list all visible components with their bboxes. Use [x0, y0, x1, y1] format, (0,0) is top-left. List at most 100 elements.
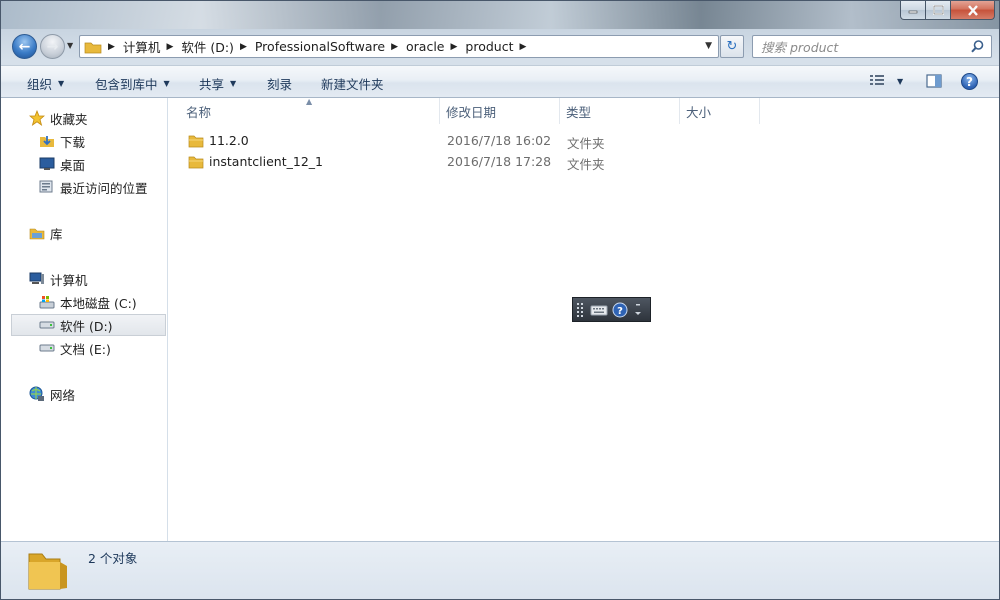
folder-icon	[188, 156, 204, 168]
maximize-icon	[932, 5, 944, 15]
network-icon	[28, 386, 46, 402]
include-in-library-label: 包含到库中	[95, 77, 158, 92]
nav-favorites-label: 收藏夹	[50, 111, 88, 127]
breadcrumb-drive-d[interactable]: 软件 (D:)	[181, 37, 234, 56]
maximize-button[interactable]	[926, 1, 951, 20]
nav-libraries-label: 库	[50, 226, 63, 242]
share-label: 共享	[199, 77, 225, 92]
keyboard-icon[interactable]	[590, 304, 608, 316]
close-icon	[967, 4, 978, 16]
file-row[interactable]: 11.2.0 2016/7/18 16:02 文件夹	[182, 131, 992, 152]
nav-recent-places[interactable]: 最近访问的位置	[1, 176, 166, 198]
nav-drive-e-label: 文档 (E:)	[60, 341, 111, 357]
desktop-icon	[38, 156, 56, 172]
breadcrumb-separator-icon[interactable]: ▶	[108, 42, 115, 52]
file-name: instantclient_12_1	[209, 154, 323, 169]
refresh-button[interactable]: ↻	[720, 35, 744, 58]
star-icon	[28, 110, 46, 126]
nav-favorites[interactable]: 收藏夹	[1, 107, 166, 129]
search-input[interactable]: 搜索 product	[752, 35, 992, 58]
view-list-icon	[870, 75, 884, 85]
breadcrumb-computer[interactable]: 计算机	[123, 37, 161, 56]
address-row: ← → ▼ ▶ 计算机 ▶ 软件 (D:) ▶ ProfessionalSoft…	[1, 31, 999, 63]
column-header-modified[interactable]: 修改日期	[440, 98, 560, 124]
organize-button[interactable]: 组织 ▼	[27, 74, 64, 93]
nav-libraries[interactable]: 库	[1, 222, 166, 244]
address-dropdown-icon[interactable]: ▼	[705, 41, 712, 51]
nav-drive-d[interactable]: 软件 (D:)	[11, 314, 166, 336]
file-type: 文件夹	[567, 136, 605, 151]
recent-places-icon	[38, 179, 56, 195]
breadcrumb-oracle[interactable]: oracle	[406, 39, 444, 54]
nav-desktop[interactable]: 桌面	[1, 153, 166, 175]
file-modified: 2016/7/18 17:28	[447, 154, 552, 169]
share-button[interactable]: 共享 ▼	[199, 74, 236, 93]
ime-toolbar[interactable]: ?	[572, 297, 651, 322]
file-name-cell: 11.2.0	[188, 133, 249, 148]
forward-button[interactable]: →	[40, 34, 65, 59]
column-header-size[interactable]: 大小	[680, 98, 760, 124]
file-name-cell: instantclient_12_1	[188, 154, 323, 169]
file-modified: 2016/7/18 16:02	[447, 133, 552, 148]
nav-drive-d-label: 软件 (D:)	[60, 318, 113, 334]
navigation-pane: 收藏夹 下载 桌面 最近访问的位置 库 计算机 本地磁盘 (C:) 软件 (D:…	[1, 98, 168, 541]
system-drive-icon	[38, 294, 56, 310]
nav-drive-e[interactable]: 文档 (E:)	[1, 337, 166, 359]
preview-pane-button[interactable]	[926, 74, 942, 91]
help-icon[interactable]: ?	[612, 302, 628, 318]
recent-pages-dropdown[interactable]: ▼	[67, 41, 73, 50]
close-button[interactable]	[951, 1, 995, 20]
options-icon[interactable]	[632, 301, 644, 319]
item-count: 2 个对象	[88, 551, 138, 566]
title-bar[interactable]	[1, 1, 999, 29]
breadcrumb-separator-icon[interactable]: ▶	[240, 42, 247, 52]
help-button[interactable]: ?	[961, 73, 978, 90]
window-controls	[900, 1, 995, 20]
nav-drive-c[interactable]: 本地磁盘 (C:)	[1, 291, 166, 313]
download-folder-icon	[38, 133, 56, 149]
breadcrumb-separator-icon[interactable]: ▶	[451, 42, 458, 52]
column-type-label: 类型	[566, 104, 592, 120]
chevron-down-icon: ▼	[897, 76, 904, 86]
column-size-label: 大小	[686, 104, 712, 120]
column-header-type[interactable]: 类型	[560, 98, 680, 124]
view-options-button[interactable]: ▼	[869, 74, 903, 88]
back-button[interactable]: ←	[12, 34, 37, 59]
breadcrumb-separator-icon[interactable]: ▶	[391, 42, 398, 52]
drag-handle-icon[interactable]	[576, 301, 586, 319]
include-in-library-button[interactable]: 包含到库中 ▼	[95, 74, 170, 93]
nav-network-label: 网络	[50, 387, 76, 403]
file-type: 文件夹	[567, 157, 605, 172]
burn-button[interactable]: 刻录	[267, 74, 292, 93]
computer-icon	[28, 271, 46, 287]
nav-network[interactable]: 网络	[1, 383, 166, 405]
search-placeholder: 搜索 product	[761, 40, 839, 55]
help-icon: ?	[966, 74, 973, 89]
new-folder-button[interactable]: 新建文件夹	[321, 74, 384, 93]
search-icon[interactable]	[970, 39, 985, 54]
breadcrumb-separator-icon[interactable]: ▶	[520, 42, 527, 52]
file-name: 11.2.0	[209, 133, 249, 148]
nav-drive-c-label: 本地磁盘 (C:)	[60, 295, 137, 311]
status-bar: 2 个对象	[1, 541, 999, 599]
address-bar[interactable]: ▶ 计算机 ▶ 软件 (D:) ▶ ProfessionalSoftware ▶…	[79, 35, 719, 58]
drive-icon	[38, 317, 56, 333]
column-headers: 名称 ▲ 修改日期 类型 大小	[168, 97, 999, 124]
nav-downloads-label: 下载	[60, 134, 86, 150]
minimize-button[interactable]	[900, 1, 926, 20]
breadcrumb-separator-icon[interactable]: ▶	[166, 42, 173, 52]
nav-recent-label: 最近访问的位置	[60, 180, 148, 196]
command-bar: 组织 ▼ 包含到库中 ▼ 共享 ▼ 刻录 新建文件夹 ▼ ?	[1, 65, 999, 98]
chevron-down-icon: ▼	[163, 79, 170, 88]
drive-icon	[38, 340, 56, 356]
nav-computer[interactable]: 计算机	[1, 268, 166, 290]
breadcrumb-professionalsoftware[interactable]: ProfessionalSoftware	[255, 39, 385, 54]
folder-icon	[84, 42, 102, 53]
column-name-label: 名称	[186, 104, 212, 120]
breadcrumb-product[interactable]: product	[465, 39, 513, 54]
nav-downloads[interactable]: 下载	[1, 130, 166, 152]
file-row[interactable]: instantclient_12_1 2016/7/18 17:28 文件夹	[182, 152, 992, 173]
preview-pane-icon	[926, 74, 942, 88]
column-modified-label: 修改日期	[446, 104, 497, 120]
svg-text:?: ?	[617, 306, 623, 317]
